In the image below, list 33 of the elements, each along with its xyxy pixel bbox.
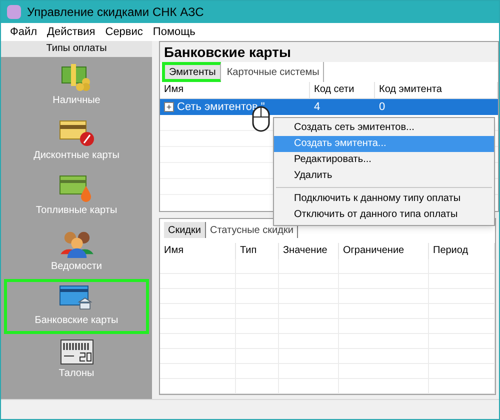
money-icon xyxy=(60,64,92,92)
expand-button[interactable]: + xyxy=(164,102,174,112)
menu-item[interactable]: Отключить от данного типа оплаты xyxy=(274,207,494,223)
column-header[interactable]: Ограничение xyxy=(339,243,429,259)
menu-item[interactable]: Подключить к данному типу оплаты xyxy=(274,191,494,207)
table-cell-text: 4 xyxy=(314,100,320,115)
people-icon xyxy=(60,229,94,258)
app-icon xyxy=(7,5,21,19)
table-cell-text: 0 xyxy=(379,100,386,115)
sidebar-header: Типы оплаты xyxy=(1,41,152,57)
menu-item[interactable]: Файл xyxy=(5,24,42,40)
menu-item[interactable]: Действия xyxy=(42,24,100,40)
menu-item[interactable]: Редактировать... xyxy=(274,152,494,168)
menu-item[interactable]: Удалить xyxy=(274,168,494,184)
column-header[interactable]: Код сети xyxy=(310,82,375,98)
column-header[interactable]: Код эмитента xyxy=(375,82,498,98)
tab[interactable]: Скидки xyxy=(164,222,206,238)
card-icon xyxy=(58,119,94,147)
coupon-icon xyxy=(60,339,94,365)
column-header[interactable]: Значение xyxy=(279,243,339,259)
tab[interactable]: Эмитенты xyxy=(165,65,220,79)
menu-item[interactable]: Помощь xyxy=(148,24,200,40)
column-header[interactable]: Период xyxy=(429,243,495,259)
menu-item[interactable]: Сервис xyxy=(100,24,148,40)
window-title: Управление скидками СНК АЗС xyxy=(27,4,204,21)
panel-title: Банковские карты xyxy=(160,42,498,62)
column-header[interactable]: Имя xyxy=(160,82,310,98)
menu-item[interactable]: Создать сеть эмитентов... xyxy=(274,120,494,136)
bank-card-icon xyxy=(58,284,94,312)
table-cell-text: Сеть эмитентов " xyxy=(177,100,265,115)
table-row[interactable]: + Сеть эмитентов " 4 0 xyxy=(160,99,498,115)
column-header[interactable]: Имя xyxy=(160,243,236,259)
column-header[interactable]: Тип xyxy=(236,243,279,259)
